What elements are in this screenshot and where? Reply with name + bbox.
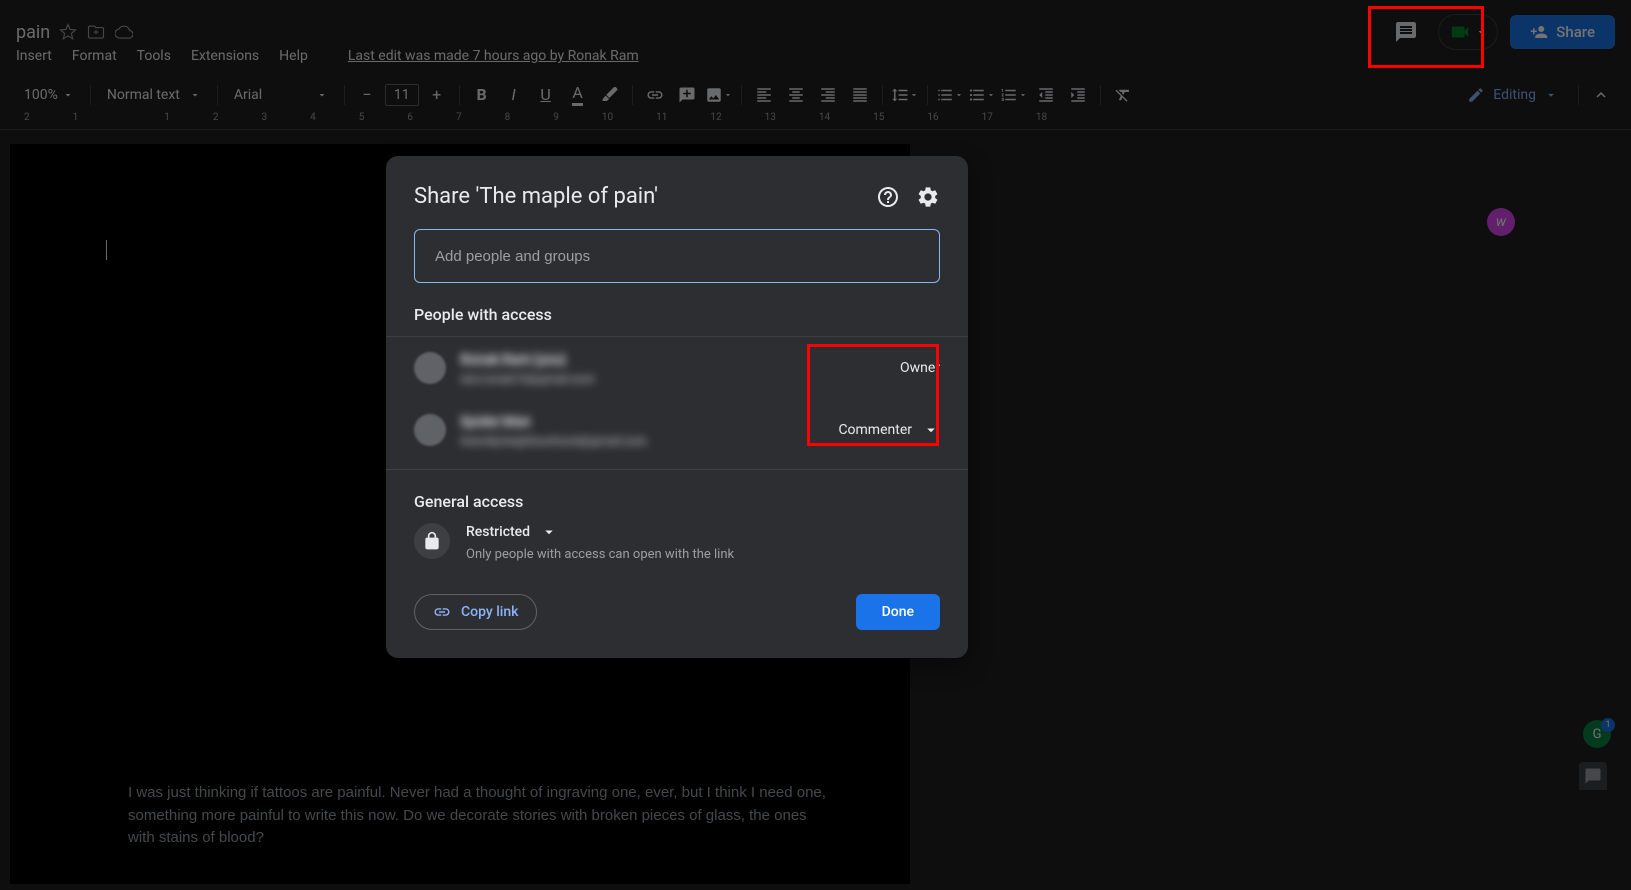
bold-icon[interactable]: B: [468, 81, 496, 109]
toolbar: 100% Normal text Arial − 11 + B I U A: [0, 74, 1631, 114]
person-email: friendlyneighbourhood@gmail.com: [460, 434, 647, 448]
editing-mode-dropdown[interactable]: Editing: [1455, 82, 1570, 108]
document-body[interactable]: I was just thinking if tattoos are painf…: [128, 782, 828, 850]
style-dropdown[interactable]: Normal text: [99, 83, 209, 107]
bulleted-list-icon[interactable]: [968, 81, 996, 109]
line-spacing-icon[interactable]: [891, 81, 919, 109]
chevron-down-icon: [1544, 88, 1558, 102]
title-area: pain: [16, 22, 134, 43]
collapse-toolbar-icon[interactable]: [1587, 81, 1615, 109]
header-right: Share: [1386, 12, 1615, 52]
checklist-icon[interactable]: [936, 81, 964, 109]
ruler[interactable]: 21123456789101112131415161718: [0, 112, 1631, 130]
font-size-decrease[interactable]: −: [353, 81, 381, 109]
font-dropdown[interactable]: Arial: [226, 83, 336, 107]
insert-link-icon[interactable]: [641, 81, 669, 109]
meet-button[interactable]: [1438, 14, 1498, 50]
person-name: Spider Man: [460, 414, 531, 430]
chevron-down-icon: [723, 90, 733, 100]
add-people-input[interactable]: [414, 229, 940, 283]
indent-increase-icon[interactable]: [1064, 81, 1092, 109]
person-name: Ronak Ram (you): [460, 352, 566, 368]
text-cursor: [106, 240, 107, 260]
copy-link-button[interactable]: Copy link: [414, 594, 537, 630]
done-button[interactable]: Done: [856, 594, 940, 630]
chevron-down-icon: [1475, 26, 1487, 38]
align-center-icon[interactable]: [782, 81, 810, 109]
people-with-access-heading: People with access: [414, 305, 940, 324]
align-justify-icon[interactable]: [846, 81, 874, 109]
italic-icon[interactable]: I: [500, 81, 528, 109]
gear-icon[interactable]: [916, 185, 940, 209]
numbered-list-icon[interactable]: [1000, 81, 1028, 109]
person-email: ram.ronak19@gmail.com: [460, 372, 595, 386]
share-dialog: Share 'The maple of pain' People with ac…: [386, 156, 968, 658]
zoom-dropdown[interactable]: 100%: [16, 83, 82, 107]
insert-comment-icon[interactable]: [673, 81, 701, 109]
help-icon[interactable]: [876, 185, 900, 209]
chevron-down-icon: [922, 421, 940, 439]
menu-format[interactable]: Format: [64, 44, 125, 68]
explore-button[interactable]: [1579, 762, 1607, 790]
text-color-icon[interactable]: A: [564, 81, 592, 109]
share-button[interactable]: Share: [1510, 15, 1615, 49]
menu-help[interactable]: Help: [271, 44, 316, 68]
grammarly-count: 1: [1601, 718, 1615, 732]
share-button-label: Share: [1556, 23, 1595, 41]
people-list: Ronak Ram (you) ram.ronak19@gmail.com Ow…: [386, 336, 968, 461]
menubar: Insert Format Tools Extensions Help Last…: [0, 44, 647, 68]
general-access-heading: General access: [414, 492, 940, 511]
avatar: [414, 352, 446, 384]
extension-badge[interactable]: w: [1487, 208, 1515, 236]
menu-insert[interactable]: Insert: [8, 44, 60, 68]
access-level-dropdown[interactable]: Restricted: [466, 523, 940, 541]
comment-history-icon[interactable]: [1386, 12, 1426, 52]
pencil-icon: [1467, 86, 1485, 104]
cloud-icon[interactable]: [114, 22, 134, 42]
dialog-title: Share 'The maple of pain': [414, 184, 658, 209]
align-right-icon[interactable]: [814, 81, 842, 109]
access-description: Only people with access can open with th…: [466, 547, 940, 562]
highlight-icon[interactable]: [596, 81, 624, 109]
chevron-down-icon: [62, 89, 74, 101]
font-size-input[interactable]: 11: [385, 84, 419, 106]
align-left-icon[interactable]: [750, 81, 778, 109]
role-owner: Owner: [900, 360, 940, 376]
menu-extensions[interactable]: Extensions: [183, 44, 267, 68]
indent-decrease-icon[interactable]: [1032, 81, 1060, 109]
person-add-icon: [1530, 23, 1548, 41]
avatar: [414, 414, 446, 446]
last-edit-link[interactable]: Last edit was made 7 hours ago by Ronak …: [340, 44, 647, 68]
link-icon: [433, 603, 451, 621]
lock-icon: [414, 523, 450, 559]
person-row: Spider Man friendlyneighbourhood@gmail.c…: [414, 399, 940, 461]
clear-formatting-icon[interactable]: [1109, 81, 1137, 109]
menu-tools[interactable]: Tools: [129, 44, 179, 68]
underline-icon[interactable]: U: [532, 81, 560, 109]
font-size-increase[interactable]: +: [423, 81, 451, 109]
general-access-section: General access Restricted Only people wi…: [386, 469, 968, 562]
role-dropdown[interactable]: Commenter: [838, 421, 940, 439]
chevron-down-icon: [189, 89, 201, 101]
person-row: Ronak Ram (you) ram.ronak19@gmail.com Ow…: [414, 337, 940, 399]
insert-image-icon[interactable]: [705, 81, 733, 109]
star-icon[interactable]: [58, 22, 78, 42]
doc-title[interactable]: pain: [16, 22, 50, 43]
chevron-down-icon: [316, 89, 328, 101]
move-icon[interactable]: [86, 22, 106, 42]
chevron-down-icon: [540, 523, 558, 541]
